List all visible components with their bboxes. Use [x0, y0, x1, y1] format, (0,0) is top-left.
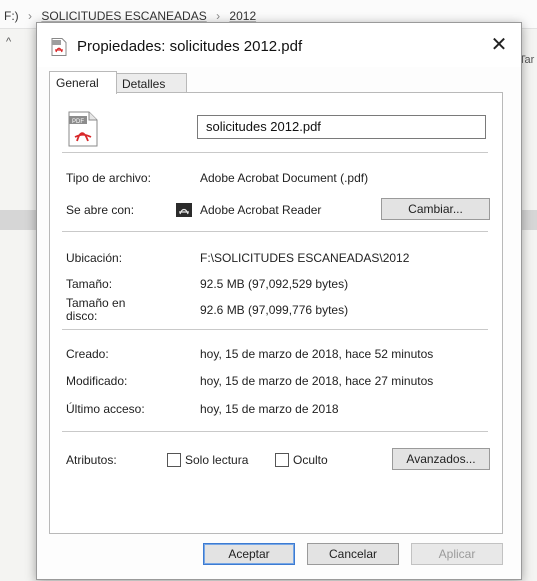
hidden-label[interactable]: Oculto [293, 453, 328, 467]
dialog-title: Propiedades: solicitudes 2012.pdf [77, 38, 303, 55]
modified-value: hoy, 15 de marzo de 2018, hace 27 minuto… [200, 374, 434, 388]
divider [62, 431, 488, 432]
pdf-file-icon [51, 38, 67, 56]
cancel-button[interactable]: Cancelar [307, 543, 399, 565]
size-on-disk-label-line2: disco: [66, 309, 98, 323]
close-icon[interactable]: ✕ [487, 33, 511, 57]
read-only-label[interactable]: Solo lectura [185, 453, 248, 467]
explorer-row-left [0, 210, 40, 230]
divider [62, 231, 488, 232]
accessed-label: Último acceso: [66, 402, 145, 416]
created-value: hoy, 15 de marzo de 2018, hace 52 minuto… [200, 347, 434, 361]
acrobat-reader-icon [176, 203, 192, 217]
accessed-value: hoy, 15 de marzo de 2018 [200, 402, 339, 416]
breadcrumb-subfolder[interactable]: 2012 [229, 9, 256, 23]
divider [62, 152, 488, 153]
change-button[interactable]: Cambiar... [381, 198, 490, 220]
divider [62, 329, 488, 330]
location-value: F:\SOLICITUDES ESCANEADAS\2012 [200, 251, 410, 265]
apply-button[interactable]: Aplicar [411, 543, 503, 565]
advanced-button[interactable]: Avanzados... [392, 448, 490, 470]
opens-with-value: Adobe Acrobat Reader [200, 203, 322, 217]
hidden-checkbox[interactable] [275, 453, 289, 467]
breadcrumb-folder[interactable]: SOLICITUDES ESCANEADAS [41, 9, 206, 23]
ok-button[interactable]: Aceptar [203, 543, 295, 565]
svg-text:PDF: PDF [72, 119, 84, 125]
breadcrumb-separator: › [28, 9, 33, 23]
general-panel: PDF solicitudes 2012.pdf Tipo de archivo… [49, 92, 503, 534]
breadcrumb-drive[interactable]: F:) [4, 9, 19, 23]
read-only-checkbox[interactable] [167, 453, 181, 467]
tab-detalles[interactable]: Detalles [115, 73, 187, 94]
size-on-disk-label: Tamaño en disco: [66, 297, 125, 323]
size-on-disk-value: 92.6 MB (97,099,776 bytes) [200, 303, 349, 317]
breadcrumb-separator: › [216, 9, 221, 23]
modified-label: Modificado: [66, 374, 128, 388]
size-label: Tamaño: [66, 277, 113, 291]
created-label: Creado: [66, 347, 109, 361]
properties-dialog: Propiedades: solicitudes 2012.pdf ✕ Gene… [36, 22, 522, 580]
collapse-caret-icon[interactable]: ^ [6, 36, 11, 48]
size-value: 92.5 MB (97,092,529 bytes) [200, 277, 349, 291]
file-type-label: Tipo de archivo: [66, 171, 151, 185]
filename-field[interactable]: solicitudes 2012.pdf [197, 115, 486, 139]
dialog-titlebar[interactable]: Propiedades: solicitudes 2012.pdf ✕ [37, 23, 521, 67]
explorer-breadcrumb[interactable]: F:) › SOLICITUDES ESCANEADAS › 2012 [4, 9, 262, 23]
file-type-value: Adobe Acrobat Document (.pdf) [200, 171, 369, 185]
attributes-label: Atributos: [66, 453, 117, 467]
tab-general[interactable]: General [49, 71, 117, 94]
pdf-file-icon: PDF [68, 111, 98, 147]
location-label: Ubicación: [66, 251, 123, 265]
opens-with-label: Se abre con: [66, 203, 135, 217]
